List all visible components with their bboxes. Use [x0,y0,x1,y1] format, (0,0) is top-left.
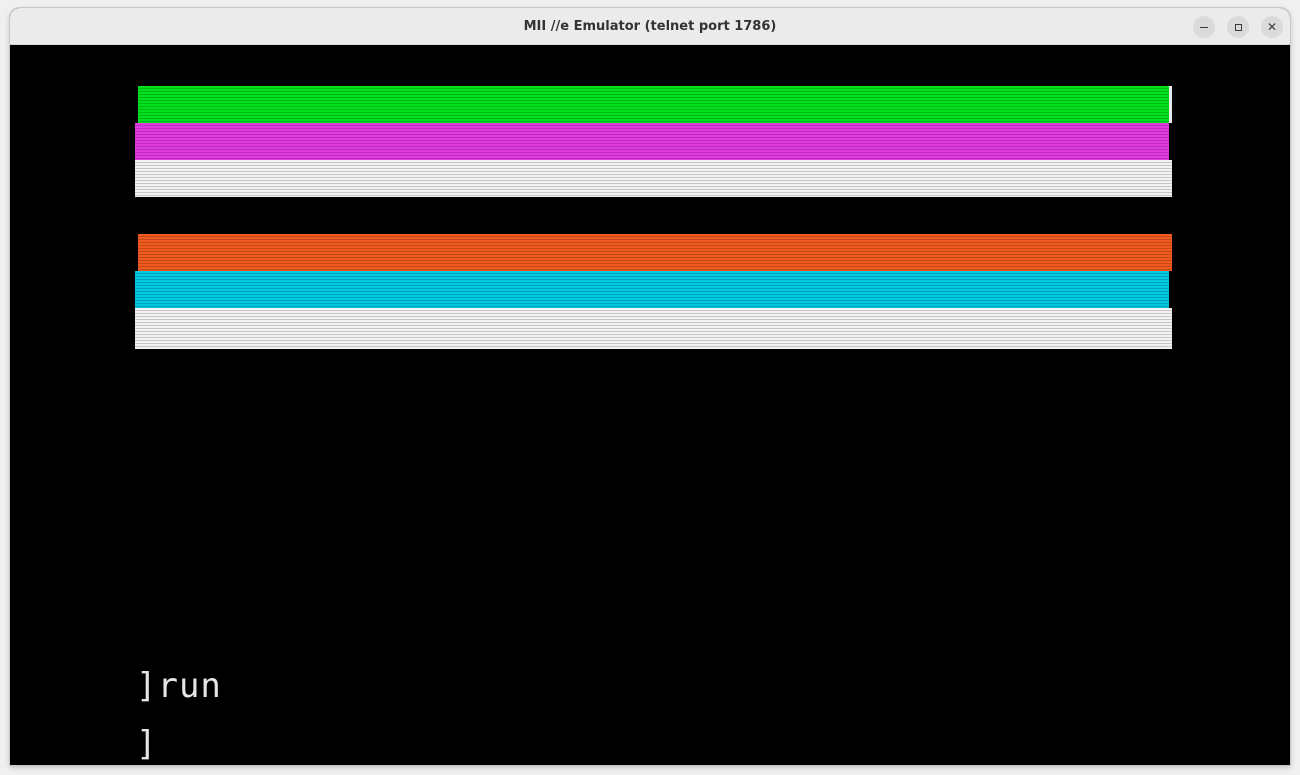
stripe-orange [138,234,1172,271]
terminal-line: ]run [136,666,222,706]
stripe-white [135,160,1172,197]
emulator-screen[interactable]: ]run ] [10,45,1290,765]
close-button[interactable]: ✕ [1261,16,1283,38]
minimize-icon [1200,27,1208,28]
maximize-button[interactable] [1227,16,1249,38]
stripe-white [135,308,1172,349]
emulator-window: MII //e Emulator (telnet port 1786) ✕ ]r… [10,8,1290,765]
terminal-prompt: ] [136,724,158,764]
stripe-green [138,86,1172,123]
window-title: MII //e Emulator (telnet port 1786) [523,19,777,34]
title-bar[interactable]: MII //e Emulator (telnet port 1786) ✕ [10,8,1290,45]
stripe-cyan [135,271,1169,308]
stripe-magenta [135,123,1169,160]
minimize-button[interactable] [1193,16,1215,38]
close-icon: ✕ [1266,20,1278,34]
maximize-icon [1234,24,1242,31]
